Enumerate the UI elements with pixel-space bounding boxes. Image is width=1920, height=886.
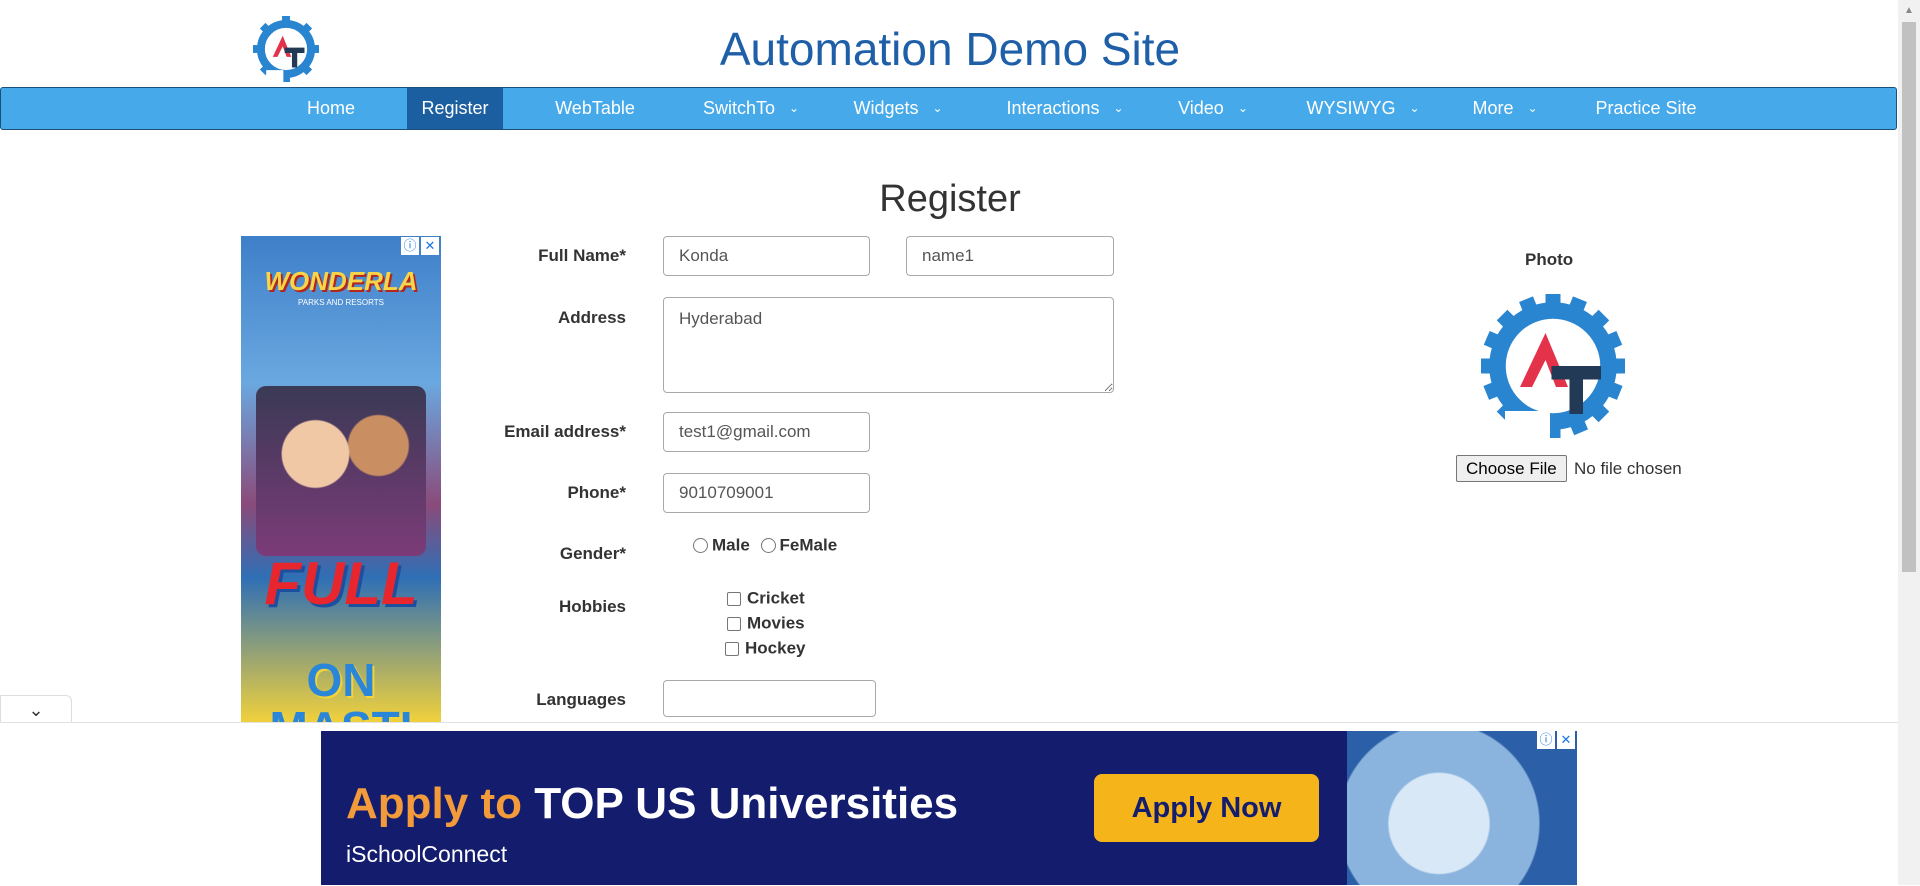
chevron-down-icon: ⌄	[1409, 101, 1420, 115]
ad-close-icon[interactable]: ✕	[1557, 731, 1575, 749]
ad-brand-sub: PARKS AND RESORTS	[298, 298, 384, 307]
last-name-input[interactable]	[906, 236, 1114, 276]
address-textarea[interactable]: Hyderabad	[663, 297, 1114, 393]
nav-home[interactable]: Home	[291, 88, 371, 129]
nav-register-label: Register	[421, 98, 489, 118]
nav-interactions[interactable]: Interactions ⌄	[995, 88, 1135, 129]
ad-collapse-button[interactable]: ⌄	[0, 695, 72, 723]
scroll-up-icon[interactable]: ▲	[1902, 4, 1916, 18]
nav-more-label: More	[1472, 98, 1514, 118]
first-name-input[interactable]	[663, 236, 870, 276]
hobby-cricket[interactable]: Cricket	[727, 588, 805, 609]
gender-female-label: FeMale	[779, 535, 838, 555]
hobbies-label: Hobbies	[558, 597, 626, 616]
nav-practice-site-label: Practice Site	[1595, 98, 1697, 118]
phone-label: Phone*	[567, 483, 626, 502]
main-navbar: Home Register WebTable SwitchTo ⌄ Widgets…	[0, 87, 1897, 130]
nav-video[interactable]: Video ⌄	[1168, 88, 1258, 129]
nav-webtable-label: WebTable	[555, 98, 635, 118]
scrollbar-thumb[interactable]	[1902, 22, 1916, 572]
file-status-text: No file chosen	[1574, 459, 1682, 478]
photo-label: Photo	[1525, 250, 1574, 269]
address-label: Address	[557, 308, 626, 327]
site-title: Automation Demo Site	[719, 23, 1181, 75]
languages-label: Languages	[536, 690, 626, 709]
gender-female-radio[interactable]	[760, 538, 776, 554]
nav-widgets-label: Widgets	[853, 98, 919, 118]
choose-file-button[interactable]: Choose File	[1456, 455, 1567, 482]
nav-more[interactable]: More ⌄	[1464, 88, 1546, 129]
chevron-down-icon: ⌄	[788, 101, 800, 115]
hobby-movies-checkbox[interactable]	[727, 616, 741, 631]
chevron-down-icon: ⌄	[1113, 101, 1124, 115]
nav-interactions-label: Interactions	[1006, 98, 1100, 118]
nav-home-label: Home	[306, 98, 355, 118]
chevron-down-icon: ⌄	[28, 700, 44, 720]
nav-register[interactable]: Register	[407, 88, 503, 129]
hobby-hockey-checkbox[interactable]	[725, 641, 739, 656]
hobby-hockey[interactable]: Hockey	[725, 638, 805, 659]
ad-bottom-brand: iSchoolConnect	[346, 841, 508, 867]
nav-switchto[interactable]: SwitchTo ⌄	[691, 88, 811, 129]
ad-headline-part2: TOP US Universities	[534, 779, 959, 828]
page-title: Register	[879, 178, 1021, 220]
gender-radio-group: Male FeMale	[693, 535, 837, 556]
ad-headline: Apply to TOP US Universities	[346, 779, 958, 829]
gender-male-label: Male	[712, 535, 750, 555]
nav-video-label: Video	[1178, 98, 1224, 118]
hobby-hockey-label: Hockey	[745, 638, 806, 658]
nav-switchto-label: SwitchTo	[702, 98, 775, 118]
gender-male-radio[interactable]	[693, 538, 708, 554]
ad-info-icon[interactable]: ⓘ	[1537, 731, 1555, 749]
nav-wysiwyg[interactable]: WYSIWYG ⌄	[1298, 88, 1428, 129]
ad-graphic	[1347, 731, 1577, 885]
chevron-down-icon: ⌄	[1527, 101, 1538, 115]
hobby-cricket-checkbox[interactable]	[727, 591, 741, 606]
nav-widgets[interactable]: Widgets ⌄	[843, 88, 953, 129]
languages-select[interactable]	[663, 680, 876, 717]
phone-input[interactable]	[663, 473, 870, 513]
nav-practice-site[interactable]: Practice Site	[1586, 88, 1706, 129]
nav-wysiwyg-label: WYSIWYG	[1306, 98, 1396, 118]
chevron-down-icon: ⌄	[1237, 101, 1248, 115]
email-input[interactable]	[663, 412, 870, 452]
photo-logo	[1481, 294, 1625, 441]
hobby-movies[interactable]: Movies	[727, 613, 805, 634]
nav-webtable[interactable]: WebTable	[539, 88, 651, 129]
gender-label: Gender*	[559, 544, 626, 563]
bottom-ad-banner[interactable]: Apply to TOP US Universities Apply Now i…	[321, 731, 1577, 885]
ad-brand: WONDERLA	[264, 266, 418, 296]
apply-now-button[interactable]: Apply Now	[1094, 774, 1319, 842]
full-name-label: Full Name*	[538, 246, 626, 265]
chevron-down-icon: ⌄	[932, 101, 943, 115]
email-label: Email address*	[504, 422, 626, 441]
hobby-movies-label: Movies	[747, 613, 805, 633]
hobby-cricket-label: Cricket	[747, 588, 805, 608]
ad-headline-part1: Apply to	[346, 779, 522, 828]
ad-image	[256, 386, 426, 556]
